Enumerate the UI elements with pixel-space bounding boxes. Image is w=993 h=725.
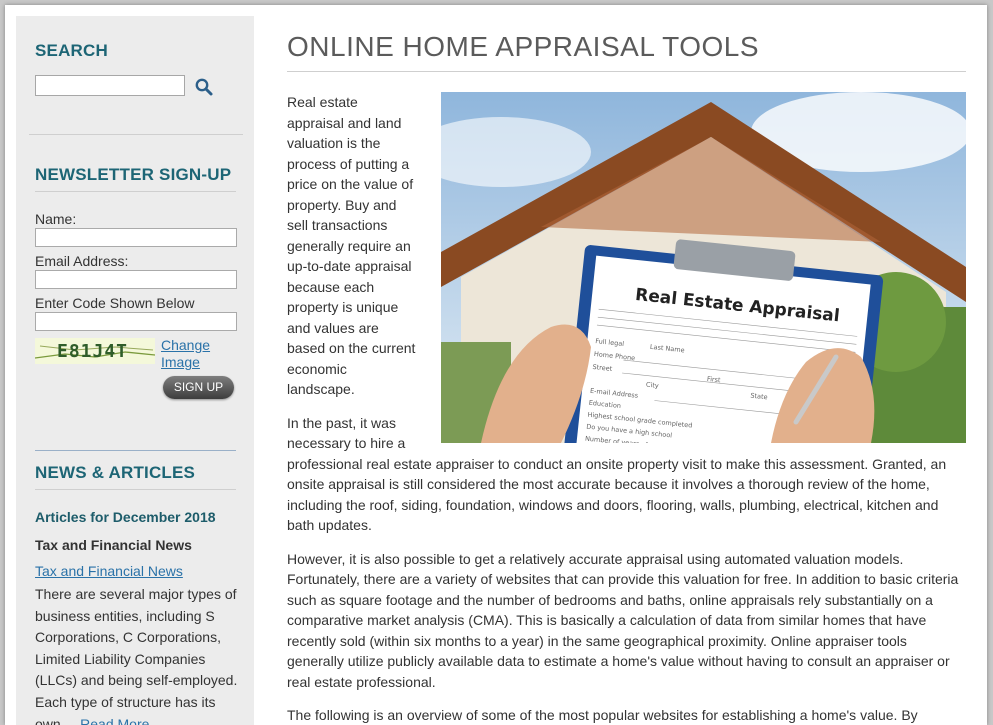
change-image-link[interactable]: Change Image [161,337,231,371]
email-label: Email Address: [35,253,129,269]
search-heading: SEARCH [35,41,108,60]
captcha-image: E81J4T [35,338,155,364]
divider [35,489,236,490]
sidebar: SEARCH NEWSLETTER SIGN-UP Name: Email Ad… [16,16,254,725]
paragraph-4: The following is an overview of some of … [287,707,918,723]
appraisal-photo: Real Estate Appraisal Full legal Last Na… [441,92,966,443]
captcha-field[interactable] [35,312,237,331]
name-field[interactable] [35,228,237,247]
newsletter-heading: NEWSLETTER SIGN-UP [35,165,232,184]
svg-text:City: City [646,381,660,390]
news-heading: NEWS & ARTICLES [35,463,196,482]
title-divider [287,71,966,72]
page: SEARCH NEWSLETTER SIGN-UP Name: Email Ad… [5,5,987,725]
read-more-link[interactable]: Read More [80,716,149,725]
divider [29,134,243,135]
article-excerpt-text: There are several major types of busines… [35,586,238,725]
article-link[interactable]: Tax and Financial News [35,563,183,579]
email-field[interactable] [35,270,237,289]
appraisal-illustration: Real Estate Appraisal Full legal Last Na… [441,92,966,443]
articles-month-heading: Articles for December 2018 [35,509,216,525]
divider [35,191,236,192]
code-label: Enter Code Shown Below [35,295,195,311]
article-excerpt: There are several major types of busines… [35,584,240,725]
article-body: Real Estate Appraisal Full legal Last Na… [287,92,966,725]
search-input[interactable] [35,75,185,96]
page-title: ONLINE HOME APPRAISAL TOOLS [287,31,760,62]
search-button[interactable] [194,77,214,97]
paragraph-3: However, it is also possible to get a re… [287,550,959,690]
signup-button[interactable]: SIGN UP [163,376,234,399]
category-heading: Tax and Financial News [35,537,192,553]
divider [35,450,236,451]
name-label: Name: [35,211,77,227]
captcha-text: E81J4T [57,341,128,362]
search-icon [195,78,213,96]
